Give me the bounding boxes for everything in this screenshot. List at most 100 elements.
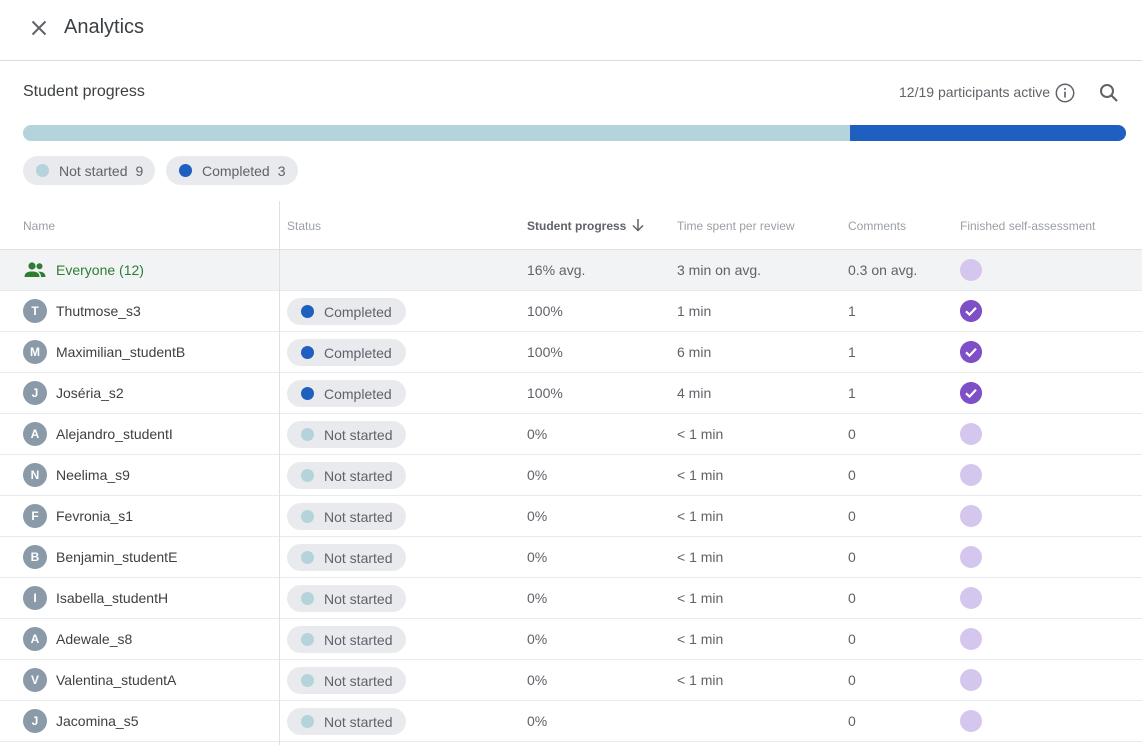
student-name[interactable]: Fevronia_s1: [56, 508, 133, 524]
status-label: Not started: [324, 549, 393, 566]
status-badge: Completed: [287, 380, 406, 407]
progress-value: 0%: [527, 590, 548, 606]
progress-value: 0%: [527, 426, 548, 442]
table-row[interactable]: J Jacomina_s5 Not started 0% 0: [0, 701, 1142, 742]
student-progress-bar: [23, 125, 1126, 141]
time-value: < 1 min: [677, 590, 724, 606]
table-row[interactable]: F Fevronia_s1 Not started 0% < 1 min 0: [0, 496, 1142, 537]
self-assessment-indicator: [960, 259, 982, 281]
status-badge: Completed: [287, 339, 406, 366]
group-icon: [24, 262, 46, 277]
avatar: A: [23, 422, 47, 446]
comments-value: 0: [848, 590, 856, 606]
close-icon[interactable]: [26, 15, 52, 41]
column-header-self-assessment[interactable]: Finished self-assessment: [960, 219, 1095, 233]
student-name[interactable]: Thutmose_s3: [56, 303, 141, 319]
student-name[interactable]: Joséria_s2: [56, 385, 124, 401]
progress-value: 100%: [527, 385, 563, 401]
table-row[interactable]: A Adewale_s8 Not started 0% < 1 min 0: [0, 619, 1142, 660]
student-name[interactable]: Adewale_s8: [56, 631, 132, 647]
comments-value: 0: [848, 508, 856, 524]
chip-label: Not started: [59, 162, 128, 179]
table-row[interactable]: J Joséria_s2 Completed 100% 4 min 1: [0, 373, 1142, 414]
avatar: B: [23, 545, 47, 569]
column-header-status[interactable]: Status: [287, 219, 321, 233]
section-title: Student progress: [23, 83, 145, 100]
status-badge: Not started: [287, 626, 407, 653]
participants-active-text: 12/19 participants active: [899, 84, 1050, 100]
progress-value: 0%: [527, 631, 548, 647]
student-name[interactable]: Valentina_studentA: [56, 672, 176, 688]
table-row[interactable]: B Benjamin_studentE Not started 0% < 1 min 0: [0, 537, 1142, 578]
chip-label: Completed: [202, 162, 270, 179]
time-value: 6 min: [677, 344, 712, 360]
table-row[interactable]: V Valentina_studentA Not started 0% < 1 min 0: [0, 660, 1142, 701]
table-header: Name Status Student progress Time spent …: [0, 201, 1142, 250]
search-icon[interactable]: [1097, 81, 1121, 105]
table-row[interactable]: I Isabella_studentH Not started 0% < 1 min 0: [0, 578, 1142, 619]
status-label: Not started: [324, 631, 393, 648]
filter-chip-not-started[interactable]: Not started 9: [23, 156, 156, 185]
status-badge: Not started: [287, 708, 407, 735]
chip-count: 9: [135, 162, 144, 179]
table-row[interactable]: T Thutmose_s3 Completed 100% 1 min 1: [0, 291, 1142, 332]
everyone-time: 3 min on avg.: [677, 262, 762, 278]
everyone-progress: 16% avg.: [527, 262, 586, 278]
arrow-down-sort-icon[interactable]: [630, 217, 646, 233]
avatar: I: [23, 586, 47, 610]
chip-count: 3: [277, 162, 286, 179]
self-assessment-pending-indicator: [960, 710, 982, 732]
self-assessment-pending-indicator: [960, 628, 982, 650]
status-dot: [301, 428, 314, 441]
check-circle-icon: [960, 300, 982, 322]
table-row[interactable]: N Neelima_s9 Not started 0% < 1 min 0: [0, 455, 1142, 496]
not-started-dot: [36, 164, 49, 177]
avatar: N: [23, 463, 47, 487]
progress-value: 0%: [527, 467, 548, 483]
status-label: Completed: [324, 385, 392, 402]
column-header-student-progress[interactable]: Student progress: [527, 219, 626, 233]
self-assessment-pending-indicator: [960, 464, 982, 486]
column-header-time-spent[interactable]: Time spent per review: [677, 219, 795, 233]
status-dot: [301, 633, 314, 646]
comments-value: 1: [848, 385, 856, 401]
column-header-comments[interactable]: Comments: [848, 219, 906, 233]
time-value: 1 min: [677, 303, 712, 319]
progress-value: 0%: [527, 672, 548, 688]
column-divider: [279, 201, 280, 745]
table-row[interactable]: A Alejandro_studentI Not started 0% < 1 min 0: [0, 414, 1142, 455]
time-value: < 1 min: [677, 508, 724, 524]
table-row[interactable]: M Maximilian_studentB Completed 100% 6 min 1: [0, 332, 1142, 373]
student-name[interactable]: Benjamin_studentE: [56, 549, 177, 565]
avatar: M: [23, 340, 47, 364]
comments-value: 0: [848, 713, 856, 729]
check-circle-icon: [960, 341, 982, 363]
filter-chip-completed[interactable]: Completed 3: [166, 156, 298, 185]
info-icon[interactable]: [1054, 82, 1076, 104]
status-label: Not started: [324, 508, 393, 525]
app-header: Analytics: [0, 0, 1142, 61]
time-value: < 1 min: [677, 467, 724, 483]
everyone-label: Everyone (12): [56, 262, 144, 278]
time-value: 4 min: [677, 385, 712, 401]
student-name[interactable]: Maximilian_studentB: [56, 344, 185, 360]
column-header-name[interactable]: Name: [23, 219, 55, 233]
progress-value: 100%: [527, 303, 563, 319]
status-dot: [301, 305, 314, 318]
student-name[interactable]: Jacomina_s5: [56, 713, 139, 729]
status-label: Completed: [324, 344, 392, 361]
student-name[interactable]: Isabella_studentH: [56, 590, 168, 606]
status-dot: [301, 551, 314, 564]
student-name[interactable]: Alejandro_studentI: [56, 426, 173, 442]
status-dot: [301, 674, 314, 687]
everyone-row[interactable]: Everyone (12) 16% avg. 3 min on avg. 0.3…: [0, 250, 1142, 291]
status-dot: [301, 469, 314, 482]
self-assessment-pending-indicator: [960, 423, 982, 445]
status-label: Not started: [324, 590, 393, 607]
progress-value: 100%: [527, 344, 563, 360]
status-badge: Completed: [287, 298, 406, 325]
status-dot: [301, 592, 314, 605]
avatar: J: [23, 381, 47, 405]
time-value: < 1 min: [677, 672, 724, 688]
student-name[interactable]: Neelima_s9: [56, 467, 130, 483]
